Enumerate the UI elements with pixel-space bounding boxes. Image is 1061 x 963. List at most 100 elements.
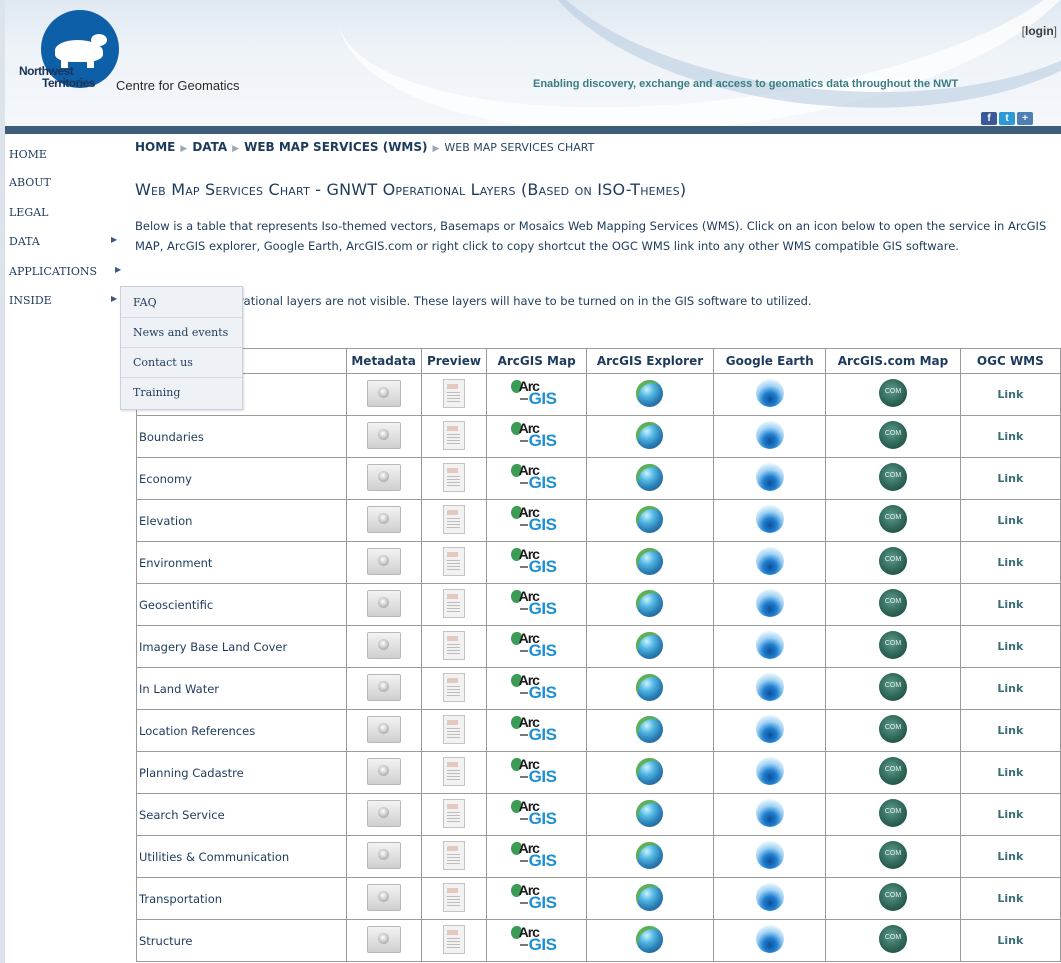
preview-icon[interactable] <box>442 378 465 408</box>
arcgis-map-icon[interactable]: Arc GIS <box>508 882 566 912</box>
preview-icon[interactable] <box>442 462 465 492</box>
preview-icon[interactable] <box>442 756 465 786</box>
metadata-icon[interactable] <box>366 463 401 491</box>
login-link[interactable]: login <box>1025 24 1054 38</box>
ogc-wms-link[interactable]: Link <box>959 457 1061 500</box>
preview-icon[interactable] <box>442 630 465 660</box>
breadcrumb-data[interactable]: DATA <box>192 140 227 154</box>
arcgis-map-icon[interactable]: Arc GIS <box>508 672 566 702</box>
google-earth-icon[interactable] <box>755 883 784 911</box>
google-earth-icon[interactable] <box>755 421 784 449</box>
arcgis-map-icon[interactable]: Arc GIS <box>508 504 566 534</box>
arcgis-com-map-icon[interactable] <box>879 589 907 617</box>
preview-icon[interactable] <box>442 882 465 912</box>
preview-icon[interactable] <box>442 798 465 828</box>
submenu-item-contact-us[interactable]: Contact us <box>133 356 193 369</box>
metadata-icon[interactable] <box>366 547 401 575</box>
ogc-wms-link[interactable]: Link <box>959 373 1061 416</box>
ogc-wms-link[interactable]: Link <box>959 625 1061 668</box>
arcgis-map-icon[interactable]: Arc GIS <box>508 924 566 954</box>
ogc-wms-link[interactable]: Link <box>959 835 1061 878</box>
arcgis-com-map-icon[interactable] <box>879 463 907 491</box>
arcgis-explorer-icon[interactable] <box>636 379 664 407</box>
google-earth-icon[interactable] <box>755 841 784 869</box>
google-earth-icon[interactable] <box>755 631 784 659</box>
facebook-icon[interactable]: f <box>981 112 997 125</box>
metadata-icon[interactable] <box>366 673 401 701</box>
google-earth-icon[interactable] <box>755 505 784 533</box>
arcgis-explorer-icon[interactable] <box>636 799 664 827</box>
breadcrumb-wms[interactable]: WEB MAP SERVICES (WMS) <box>244 140 427 154</box>
arcgis-com-map-icon[interactable] <box>879 715 907 743</box>
arcgis-explorer-icon[interactable] <box>636 589 664 617</box>
metadata-icon[interactable] <box>366 841 401 869</box>
google-earth-icon[interactable] <box>755 715 784 743</box>
nav-item-applications[interactable]: APPLICATIONS ▶ <box>9 265 121 278</box>
arcgis-com-map-icon[interactable] <box>879 421 907 449</box>
arcgis-com-map-icon[interactable] <box>879 505 907 533</box>
preview-icon[interactable] <box>442 420 465 450</box>
breadcrumb-home[interactable]: HOME <box>135 140 175 154</box>
ogc-wms-link[interactable]: Link <box>959 415 1061 458</box>
arcgis-com-map-icon[interactable] <box>879 631 907 659</box>
arcgis-map-icon[interactable]: Arc GIS <box>508 588 566 618</box>
nav-item-inside[interactable]: INSIDE ▶ <box>9 294 117 307</box>
arcgis-map-icon[interactable]: Arc GIS <box>508 840 566 870</box>
ogc-wms-link[interactable]: Link <box>959 583 1061 626</box>
ogc-wms-link[interactable]: Link <box>959 919 1061 962</box>
submenu-item-faq[interactable]: FAQ <box>133 296 157 309</box>
arcgis-explorer-icon[interactable] <box>636 757 664 785</box>
arcgis-com-map-icon[interactable] <box>879 799 907 827</box>
metadata-icon[interactable] <box>366 589 401 617</box>
arcgis-map-icon[interactable]: Arc GIS <box>508 714 566 744</box>
metadata-icon[interactable] <box>366 799 401 827</box>
arcgis-explorer-icon[interactable] <box>636 841 664 869</box>
metadata-icon[interactable] <box>366 883 401 911</box>
preview-icon[interactable] <box>442 714 465 744</box>
metadata-icon[interactable] <box>366 379 401 407</box>
google-earth-icon[interactable] <box>755 589 784 617</box>
arcgis-com-map-icon[interactable] <box>879 757 907 785</box>
google-earth-icon[interactable] <box>755 673 784 701</box>
google-earth-icon[interactable] <box>755 799 784 827</box>
arcgis-map-icon[interactable]: Arc GIS <box>508 756 566 786</box>
arcgis-explorer-icon[interactable] <box>636 715 664 743</box>
arcgis-explorer-icon[interactable] <box>636 925 664 953</box>
arcgis-com-map-icon[interactable] <box>879 883 907 911</box>
google-earth-icon[interactable] <box>755 379 784 407</box>
google-earth-icon[interactable] <box>755 463 784 491</box>
google-earth-icon[interactable] <box>755 925 784 953</box>
metadata-icon[interactable] <box>366 925 401 953</box>
arcgis-map-icon[interactable]: Arc GIS <box>508 630 566 660</box>
arcgis-map-icon[interactable]: Arc GIS <box>508 798 566 828</box>
nav-item-home[interactable]: HOME <box>9 148 47 161</box>
arcgis-explorer-icon[interactable] <box>636 673 664 701</box>
arcgis-map-icon[interactable]: Arc GIS <box>508 420 566 450</box>
arcgis-map-icon[interactable]: Arc GIS <box>508 462 566 492</box>
metadata-icon[interactable] <box>366 631 401 659</box>
google-earth-icon[interactable] <box>755 757 784 785</box>
arcgis-com-map-icon[interactable] <box>879 673 907 701</box>
arcgis-com-map-icon[interactable] <box>879 841 907 869</box>
arcgis-map-icon[interactable]: Arc GIS <box>508 378 566 408</box>
ogc-wms-link[interactable]: Link <box>959 709 1061 752</box>
nav-item-legal[interactable]: LEGAL <box>9 206 48 219</box>
arcgis-explorer-icon[interactable] <box>636 547 664 575</box>
arcgis-explorer-icon[interactable] <box>636 883 664 911</box>
nav-item-about[interactable]: ABOUT <box>9 176 51 189</box>
google-earth-icon[interactable] <box>755 547 784 575</box>
arcgis-com-map-icon[interactable] <box>879 547 907 575</box>
ogc-wms-link[interactable]: Link <box>959 499 1061 542</box>
arcgis-explorer-icon[interactable] <box>636 631 664 659</box>
preview-icon[interactable] <box>442 504 465 534</box>
share-icon[interactable]: + <box>1017 112 1033 125</box>
ogc-wms-link[interactable]: Link <box>959 793 1061 836</box>
submenu-item-news-and-events[interactable]: News and events <box>133 326 228 339</box>
preview-icon[interactable] <box>442 924 465 954</box>
arcgis-com-map-icon[interactable] <box>879 925 907 953</box>
arcgis-explorer-icon[interactable] <box>636 505 664 533</box>
metadata-icon[interactable] <box>366 715 401 743</box>
preview-icon[interactable] <box>442 840 465 870</box>
submenu-item-training[interactable]: Training <box>133 386 180 399</box>
arcgis-com-map-icon[interactable] <box>879 379 907 407</box>
